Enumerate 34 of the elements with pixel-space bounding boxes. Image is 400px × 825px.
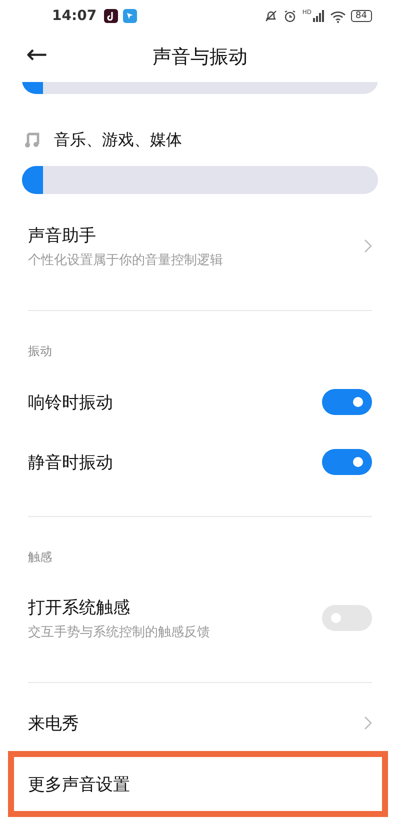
- status-time: 14:07: [52, 8, 97, 24]
- chevron-icon: [364, 239, 372, 253]
- toggle-switch[interactable]: [322, 605, 372, 631]
- alarm-icon: [283, 9, 298, 23]
- settings-row[interactable]: 静音时振动: [0, 432, 400, 492]
- row-subtitle: 交互手势与系统控制的触感反馈: [28, 624, 211, 640]
- page-title: 声音与振动: [152, 45, 248, 70]
- bell-off-icon: [264, 9, 278, 23]
- chevron-icon: [364, 716, 372, 730]
- settings-row[interactable]: 打开系统触感 交互手势与系统控制的触感反馈: [0, 578, 400, 658]
- app-icon: [122, 9, 137, 23]
- row-title: 声音助手: [28, 224, 97, 246]
- row-title: 静音时振动: [28, 452, 114, 474]
- music-app-icon: [104, 9, 118, 23]
- settings-row[interactable]: 响铃时振动: [0, 372, 400, 432]
- row-title: 更多声音设置: [28, 774, 131, 796]
- media-volume-slider[interactable]: [22, 166, 378, 194]
- media-volume-label: 音乐、游戏、媒体: [54, 130, 182, 150]
- music-note-icon: [24, 132, 40, 148]
- battery-level: 84: [350, 10, 372, 22]
- settings-row[interactable]: 更多声音设置: [8, 751, 388, 817]
- section-header: 振动: [27, 343, 53, 360]
- back-button[interactable]: ←: [22, 40, 52, 74]
- settings-row[interactable]: 来电秀: [0, 695, 400, 751]
- settings-row[interactable]: 声音助手 个性化设置属于你的音量控制逻辑: [0, 206, 400, 286]
- row-title: 来电秀: [28, 712, 80, 734]
- row-subtitle: 个性化设置属于你的音量控制逻辑: [28, 252, 224, 268]
- section-header: 触感: [27, 549, 53, 566]
- row-title: 打开系统触感: [28, 596, 131, 618]
- toggle-switch[interactable]: [322, 389, 372, 415]
- wifi-icon: [330, 10, 346, 22]
- row-title: 响铃时振动: [28, 392, 114, 414]
- signal-icon: [312, 10, 325, 22]
- toggle-switch[interactable]: [322, 449, 372, 475]
